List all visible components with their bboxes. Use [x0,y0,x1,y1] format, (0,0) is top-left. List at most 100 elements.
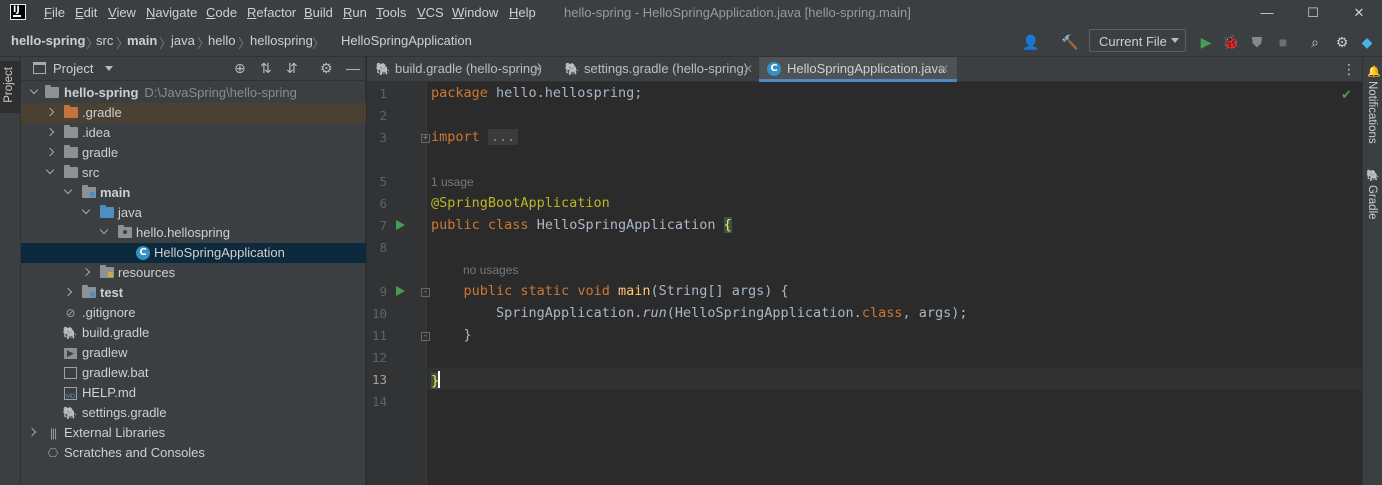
folded-imports[interactable]: ... [487,129,519,145]
code-editor[interactable]: 1 2 3 5 6 7 8 9 10 11 12 13 14 + - - pac… [367,82,1362,485]
chevron-down-icon[interactable] [45,165,55,175]
breadcrumb-hellospring[interactable]: hellospring [250,33,313,48]
menu-tools[interactable]: Tools [376,5,406,20]
settings-gear-icon[interactable]: ⚙ [1333,33,1351,51]
chevron-down-icon[interactable] [105,66,113,71]
collapse-all-icon[interactable]: ⇵ [286,60,298,77]
tree-item-gradlew[interactable]: ▶ gradlew [21,343,366,363]
panel-window-icon [33,62,46,74]
minimize-button[interactable]: — [1244,0,1290,26]
more-tabs-icon[interactable]: ⋮ [1342,61,1356,78]
tree-item-gradle[interactable]: gradle [21,143,366,163]
chevron-down-icon[interactable] [63,185,73,195]
menu-edit[interactable]: Edit [75,5,97,20]
tree-item-src[interactable]: src [21,163,366,183]
tab-hello-spring-application[interactable]: C HelloSpringApplication.java ✕ [759,57,957,82]
run-gutter-icon[interactable] [396,286,405,296]
run-configuration-select[interactable]: Current File [1089,29,1186,52]
chevron-down-icon[interactable] [81,205,91,215]
debug-icon[interactable]: 🐞 [1222,33,1240,51]
breadcrumb-main[interactable]: main [127,33,157,48]
coverage-icon[interactable]: ⛊ [1248,33,1266,51]
menu-view[interactable]: View [108,5,136,20]
source-folder-icon [100,205,114,218]
menu-navigate[interactable]: Navigate [146,5,197,20]
intellij-logo-icon: IJ [10,4,26,20]
tree-item-settings-gradle[interactable]: 🐘 settings.gradle [21,403,366,423]
gradle-elephant-icon: 🐘 [375,62,391,76]
hide-panel-icon[interactable]: — [346,60,360,76]
jetbrains-toolbox-icon[interactable]: ◆ [1358,33,1376,51]
tree-item-hello-spring-application[interactable]: C HelloSpringApplication [21,243,366,263]
usage-hint[interactable]: no usages [463,263,518,277]
chevron-down-icon[interactable] [29,85,39,95]
chevron-right-icon[interactable] [63,287,73,297]
fold-plus-icon[interactable]: + [421,134,430,143]
tree-item-dot-gradle[interactable]: .gradle [21,103,366,123]
tree-item-gitignore[interactable]: ⊘ .gitignore [21,303,366,323]
tree-item-test[interactable]: test [21,283,366,303]
stop-icon[interactable]: ■ [1274,33,1292,51]
close-tab-icon[interactable]: ✕ [533,57,543,81]
tree-item-gradlew-bat[interactable]: gradlew.bat [21,363,366,383]
menu-code[interactable]: Code [206,5,237,20]
tab-build-gradle[interactable]: 🐘 build.gradle (hello-spring) ✕ [367,57,553,82]
libraries-icon: ||| [49,426,57,440]
project-panel-title[interactable]: Project [53,61,93,76]
menu-vcs[interactable]: VCS [417,5,444,20]
tree-item-build-gradle[interactable]: 🐘 build.gradle [21,323,366,343]
tree-item-label: gradle [82,145,119,160]
chevron-down-icon[interactable] [99,225,109,235]
build-hammer-icon[interactable]: 🔨 [1061,33,1079,51]
no-problems-check-icon[interactable]: ✔ [1341,87,1352,103]
tree-item-scratches[interactable]: ⎔ Scratches and Consoles [21,443,366,463]
breadcrumb-src[interactable]: src [96,33,113,48]
tree-item-project-root[interactable]: hello-spring D:\JavaSpring\hello-spring [21,83,366,103]
chevron-right-icon[interactable] [45,147,55,157]
chevron-right-icon[interactable] [45,107,55,117]
breadcrumb-java[interactable]: java [171,33,195,48]
fold-minus-icon[interactable]: - [421,288,430,297]
tree-item-java[interactable]: java [21,203,366,223]
close-window-button[interactable]: ✕ [1336,0,1382,26]
tree-item-dot-idea[interactable]: .idea [21,123,366,143]
menu-refactor[interactable]: Refactor [247,5,296,20]
menu-window[interactable]: Window [452,5,498,20]
expand-all-icon[interactable]: ⇅ [260,60,272,77]
options-gear-icon[interactable]: ⚙ [320,60,333,77]
menu-run[interactable]: Run [343,5,367,20]
fold-end-icon[interactable]: - [421,332,430,341]
tree-item-help-md[interactable]: MD HELP.md [21,383,366,403]
tab-settings-gradle[interactable]: 🐘 settings.gradle (hello-spring) ✕ [556,57,761,82]
run-icon[interactable]: ▶ [1197,33,1215,51]
menu-build[interactable]: Build [304,5,333,20]
gradle-tool-button[interactable]: Gradle [1366,185,1378,220]
breadcrumb-hello[interactable]: hello [208,33,235,48]
locate-file-icon[interactable]: ⊕ [234,60,246,77]
search-icon[interactable]: ⌕ [1306,33,1324,51]
chevron-right-icon[interactable] [81,267,91,277]
notifications-tool-button[interactable]: Notifications [1366,81,1378,144]
breadcrumb-project[interactable]: hello-spring [11,33,85,48]
line-number: 6 [379,196,387,211]
tree-item-external-libraries[interactable]: ||| External Libraries [21,423,366,443]
tree-item-resources[interactable]: resources [21,263,366,283]
tree-item-main[interactable]: main [21,183,366,203]
user-account-icon[interactable]: 👤 [1022,33,1040,51]
line-number: 3 [379,130,387,145]
run-gutter-icon[interactable] [396,220,405,230]
maximize-button[interactable]: ☐ [1290,0,1336,26]
menu-help[interactable]: Help [509,5,536,20]
chevron-right-icon[interactable] [45,127,55,137]
breadcrumb-class[interactable]: HelloSpringApplication [341,33,472,48]
close-tab-icon[interactable]: ✕ [743,57,753,81]
gradle-elephant-icon[interactable]: 🐘 [1366,169,1380,182]
bell-icon[interactable]: 🔔 [1367,65,1381,78]
project-tool-button[interactable]: Project [0,61,21,113]
code-line-3: import ... [431,129,519,145]
menu-file[interactable]: File [44,5,65,20]
tree-item-package[interactable]: hello.hellospring [21,223,366,243]
chevron-right-icon[interactable] [27,427,37,437]
close-tab-icon[interactable]: ✕ [939,57,949,81]
usage-hint[interactable]: 1 usage [431,175,474,189]
